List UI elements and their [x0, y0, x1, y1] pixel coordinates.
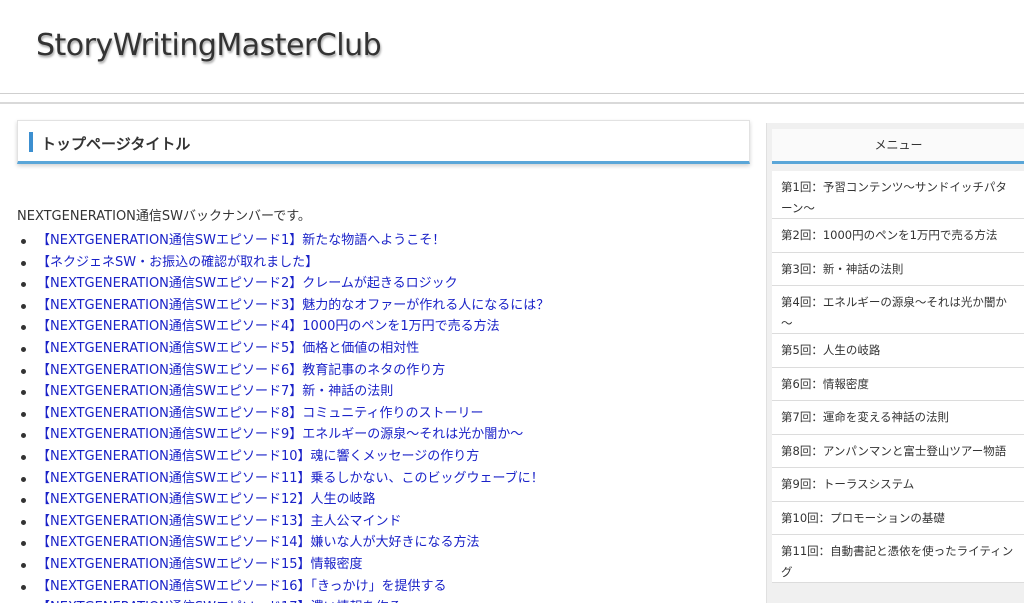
bullet-icon	[21, 390, 26, 396]
sidebar-menu-item: 第4回：エネルギーの源泉～それは光か闇か～	[772, 286, 1024, 334]
episode-list-item: 【NEXTGENERATION通信SWエピソード3】魅力的なオファーが作れる人に…	[17, 295, 747, 317]
sidebar-menu-link[interactable]: 第8回：アンパンマンと富士登山ツアー物語	[781, 435, 1017, 462]
episode-link[interactable]: 【NEXTGENERATION通信SWエピソード13】主人公マインド	[37, 511, 402, 533]
episode-link[interactable]: 【ネクジェネSW・お振込の確認が取れました】	[37, 252, 318, 274]
heading-accent-bar	[29, 132, 33, 152]
episode-link[interactable]: 【NEXTGENERATION通信SWエピソード1】新たな物語へようこそ！	[37, 230, 445, 252]
nav-divider	[0, 102, 1024, 104]
bullet-icon	[21, 282, 26, 288]
episode-link[interactable]: 【NEXTGENERATION通信SWエピソード17】濃い情報を作る	[37, 597, 402, 603]
episode-list-item: 【NEXTGENERATION通信SWエピソード6】教育記事のネタの作り方	[17, 360, 747, 382]
sidebar-menu-item: 第10回：プロモーションの基礎	[772, 501, 1024, 535]
episode-link[interactable]: 【NEXTGENERATION通信SWエピソード5】価格と価値の相対性	[37, 338, 419, 360]
sidebar-menu-link[interactable]: 第11回：自動書記と憑依を使ったライティング	[781, 535, 1017, 583]
bullet-icon	[21, 411, 26, 417]
episode-list-item: 【NEXTGENERATION通信SWエピソード16】「きっかけ」を提供する	[17, 576, 747, 598]
episode-list-item: 【NEXTGENERATION通信SWエピソード7】新・神話の法則	[17, 381, 747, 403]
episode-link[interactable]: 【NEXTGENERATION通信SWエピソード15】情報密度	[37, 554, 363, 576]
sidebar-menu-link[interactable]: 第3回：新・神話の法則	[781, 253, 1017, 280]
sidebar-menu-item: 第11回：自動書記と憑依を使ったライティング	[772, 535, 1024, 583]
episode-list-item: 【NEXTGENERATION通信SWエピソード11】乗るしかない、このビッグウ…	[17, 468, 747, 490]
episode-link[interactable]: 【NEXTGENERATION通信SWエピソード3】魅力的なオファーが作れる人に…	[37, 295, 549, 317]
sidebar: メニュー 第1回：予習コンテンツ～サンドイッチパターン～ 第2回：1000円のペン…	[766, 123, 1024, 603]
episode-list-item: 【NEXTGENERATION通信SWエピソード8】コミュニティ作りのストーリー	[17, 403, 747, 425]
page-title: トップページタイトル	[41, 135, 191, 153]
episode-list-item: 【NEXTGENERATION通信SWエピソード17】濃い情報を作る	[17, 597, 747, 603]
bullet-icon	[21, 476, 26, 482]
episode-list-item: 【NEXTGENERATION通信SWエピソード9】エネルギーの源泉～それは光か…	[17, 424, 747, 446]
episode-list-item: 【NEXTGENERATION通信SWエピソード5】価格と価値の相対性	[17, 338, 747, 360]
sidebar-menu-link[interactable]: 第4回：エネルギーの源泉～それは光か闇か～	[781, 286, 1017, 334]
episode-link[interactable]: 【NEXTGENERATION通信SWエピソード11】乗るしかない、このビッグウ…	[37, 468, 544, 490]
page-heading-box: トップページタイトル	[17, 120, 750, 164]
sidebar-menu-link[interactable]: 第2回：1000円のペンを1万円で売る方法	[781, 219, 1017, 246]
episode-link[interactable]: 【NEXTGENERATION通信SWエピソード8】コミュニティ作りのストーリー	[37, 403, 484, 425]
site-title-link[interactable]: StoryWritingMasterClub	[36, 28, 382, 63]
episode-list: 【NEXTGENERATION通信SWエピソード1】新たな物語へようこそ！ 【ネク…	[17, 230, 747, 603]
bullet-icon	[21, 368, 26, 374]
episode-list-item: 【NEXTGENERATION通信SWエピソード4】1000円のペンを1万円で売…	[17, 316, 747, 338]
bullet-icon	[21, 584, 26, 590]
sidebar-menu-item: 第9回：トーラスシステム	[772, 468, 1024, 502]
bullet-icon	[21, 498, 26, 504]
bullet-icon	[21, 541, 26, 547]
bullet-icon	[21, 346, 26, 352]
episode-link[interactable]: 【NEXTGENERATION通信SWエピソード4】1000円のペンを1万円で売…	[37, 316, 500, 338]
episode-list-item: 【NEXTGENERATION通信SWエピソード12】人生の岐路	[17, 489, 747, 511]
bullet-icon	[21, 325, 26, 331]
sidebar-menu-item: 第2回：1000円のペンを1万円で売る方法	[772, 219, 1024, 253]
episode-list-item: 【NEXTGENERATION通信SWエピソード15】情報密度	[17, 554, 747, 576]
sidebar-menu-link[interactable]: 第9回：トーラスシステム	[781, 468, 1017, 495]
bullet-icon	[21, 454, 26, 460]
bullet-icon	[21, 562, 26, 568]
episode-link[interactable]: 【NEXTGENERATION通信SWエピソード10】魂に響くメッセージの作り方	[37, 446, 479, 468]
episode-list-item: 【NEXTGENERATION通信SWエピソード1】新たな物語へようこそ！	[17, 230, 747, 252]
sidebar-menu-item: 第7回：運命を変える神話の法則	[772, 401, 1024, 435]
intro-text: NEXTGENERATION通信SWバックナンバーです。	[17, 209, 311, 224]
page: StoryWritingMasterClub トップページタイトル NEXTGE…	[0, 0, 1024, 603]
bullet-icon	[21, 433, 26, 439]
sidebar-menu-item: 第3回：新・神話の法則	[772, 252, 1024, 286]
episode-link[interactable]: 【NEXTGENERATION通信SWエピソード7】新・神話の法則	[37, 381, 393, 403]
sidebar-menu-link[interactable]: 第1回：予習コンテンツ～サンドイッチパターン～	[781, 171, 1017, 219]
bullet-icon	[21, 239, 26, 244]
bullet-icon	[21, 519, 26, 525]
episode-link[interactable]: 【NEXTGENERATION通信SWエピソード12】人生の岐路	[37, 489, 376, 511]
episode-list-item: 【ネクジェネSW・お振込の確認が取れました】	[17, 252, 747, 274]
menu-title: メニュー	[772, 129, 1024, 164]
sidebar-menu-link[interactable]: 第6回：情報密度	[781, 368, 1017, 395]
bullet-icon	[21, 303, 26, 309]
episode-list-item: 【NEXTGENERATION通信SWエピソード2】クレームが起きるロジック	[17, 273, 747, 295]
sidebar-menu: 第1回：予習コンテンツ～サンドイッチパターン～ 第2回：1000円のペンを1万円で…	[772, 171, 1024, 583]
episode-list-item: 【NEXTGENERATION通信SWエピソード10】魂に響くメッセージの作り方	[17, 446, 747, 468]
sidebar-menu-link[interactable]: 第7回：運命を変える神話の法則	[781, 401, 1017, 428]
episode-link[interactable]: 【NEXTGENERATION通信SWエピソード2】クレームが起きるロジック	[37, 273, 458, 295]
site-header: StoryWritingMasterClub	[0, 0, 1024, 94]
sidebar-menu-item: 第1回：予習コンテンツ～サンドイッチパターン～	[772, 171, 1024, 219]
header-divider	[0, 93, 1024, 94]
episode-link[interactable]: 【NEXTGENERATION通信SWエピソード16】「きっかけ」を提供する	[37, 576, 447, 598]
sidebar-menu-item: 第8回：アンパンマンと富士登山ツアー物語	[772, 434, 1024, 468]
bullet-icon	[21, 260, 26, 266]
sidebar-menu-item: 第6回：情報密度	[772, 367, 1024, 401]
sidebar-menu-item: 第5回：人生の岐路	[772, 334, 1024, 368]
episode-link[interactable]: 【NEXTGENERATION通信SWエピソード14】嫌いな人が大好きになる方法	[37, 532, 480, 554]
episode-list-item: 【NEXTGENERATION通信SWエピソード14】嫌いな人が大好きになる方法	[17, 532, 747, 554]
episode-link[interactable]: 【NEXTGENERATION通信SWエピソード9】エネルギーの源泉～それは光か…	[37, 424, 523, 446]
sidebar-menu-link[interactable]: 第5回：人生の岐路	[781, 334, 1017, 361]
episode-link[interactable]: 【NEXTGENERATION通信SWエピソード6】教育記事のネタの作り方	[37, 360, 445, 382]
sidebar-menu-link[interactable]: 第10回：プロモーションの基礎	[781, 502, 1017, 529]
episode-list-item: 【NEXTGENERATION通信SWエピソード13】主人公マインド	[17, 511, 747, 533]
